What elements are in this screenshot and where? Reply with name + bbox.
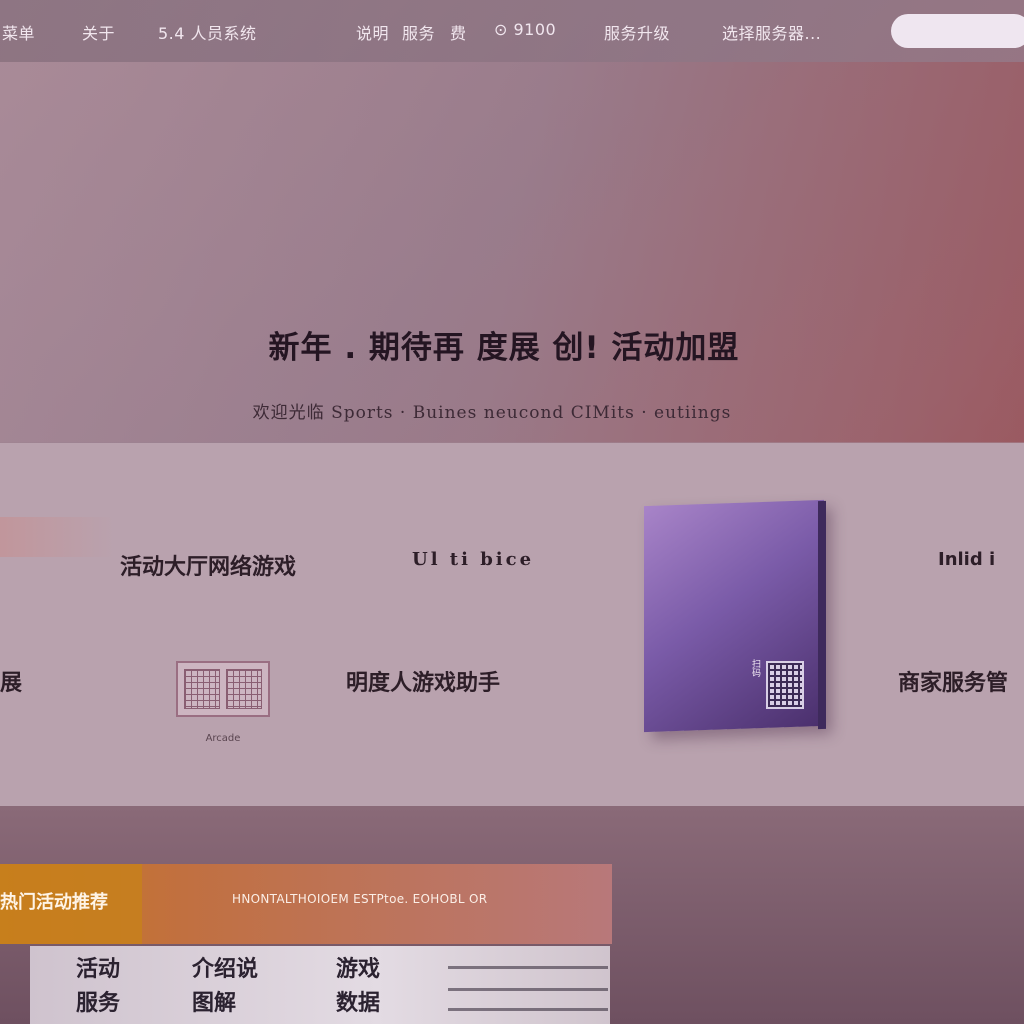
promo-label: 热门活动推荐	[0, 892, 108, 913]
promo-bar[interactable]: 热门活动推荐 HNONTALTHOIOEM ESTPtoe. EOHOBL OR	[0, 864, 612, 944]
doc-cell: 数据	[336, 991, 381, 1016]
hero-banner: 新年 . 期待再 度展 创! 活动加盟 欢迎光临 Sports · Buines…	[0, 62, 1024, 442]
lower-section: 热门活动推荐 HNONTALTHOIOEM ESTPtoe. EOHOBL OR…	[0, 806, 1024, 1024]
nav-item-notes[interactable]: 说明	[356, 20, 389, 44]
doc-cell: 介绍说	[192, 957, 259, 982]
qr-label: 扫码	[750, 659, 760, 677]
feature-link-edge[interactable]: 展	[0, 665, 22, 697]
doc-divider	[448, 1008, 608, 1011]
feature-link-merchant[interactable]: 商家服务管	[898, 665, 1008, 697]
nav-item-system[interactable]: 5.4 人员系统	[158, 20, 257, 44]
doc-divider	[448, 988, 608, 991]
feature-link-assistant[interactable]: 明度人游戏助手	[346, 665, 500, 697]
qr-code-icon	[766, 661, 804, 709]
nav-item-upgrade[interactable]: 服务升级	[604, 20, 670, 44]
feature-link-right[interactable]: Inlid i	[938, 549, 995, 570]
top-nav: 菜单 关于 5.4 人员系统 说明 服务 费 ⊙ 9100 服务升级 选择服务器…	[0, 0, 1024, 62]
grid-panel-left	[184, 669, 220, 709]
doc-cell: 活动	[76, 957, 121, 982]
nav-item-service[interactable]: 服务	[402, 20, 435, 44]
hero-subtitle: 欢迎光临 Sports · Buines neucond CIMits · eu…	[252, 403, 732, 423]
feature-band: 活动大厅网络游戏 Ul ti bice Inlid i 展 Arcade 明度人…	[0, 443, 1024, 806]
feature-link-ultimate[interactable]: Ul ti bice	[412, 549, 534, 570]
feature-link-lobby[interactable]: 活动大厅网络游戏	[120, 549, 296, 581]
doc-cell: 服务	[76, 991, 121, 1016]
doc-cell: 图解	[192, 991, 237, 1016]
doc-divider	[448, 966, 608, 969]
grid-caption: Arcade	[205, 733, 241, 744]
nav-item-menu[interactable]: 菜单	[2, 20, 35, 44]
nav-item-server[interactable]: 选择服务器...	[722, 20, 821, 44]
grid-panel-right	[226, 669, 262, 709]
doc-cell: 游戏	[336, 957, 381, 982]
promo-text: HNONTALTHOIOEM ESTPtoe. EOHOBL OR	[232, 892, 488, 906]
nav-item-counter[interactable]: ⊙ 9100	[494, 20, 556, 39]
hero-title: 新年 . 期待再 度展 创! 活动加盟	[268, 330, 740, 366]
nav-item-fee[interactable]: 费	[450, 20, 467, 44]
product-box-edge	[818, 500, 826, 730]
calendar-grid-icon[interactable]	[176, 661, 270, 717]
nav-item-about[interactable]: 关于	[82, 20, 115, 44]
search-input[interactable]	[891, 14, 1024, 48]
band-accent	[0, 517, 115, 557]
document-preview[interactable]: 活动 介绍说 游戏 服务 图解 数据	[30, 946, 610, 1024]
